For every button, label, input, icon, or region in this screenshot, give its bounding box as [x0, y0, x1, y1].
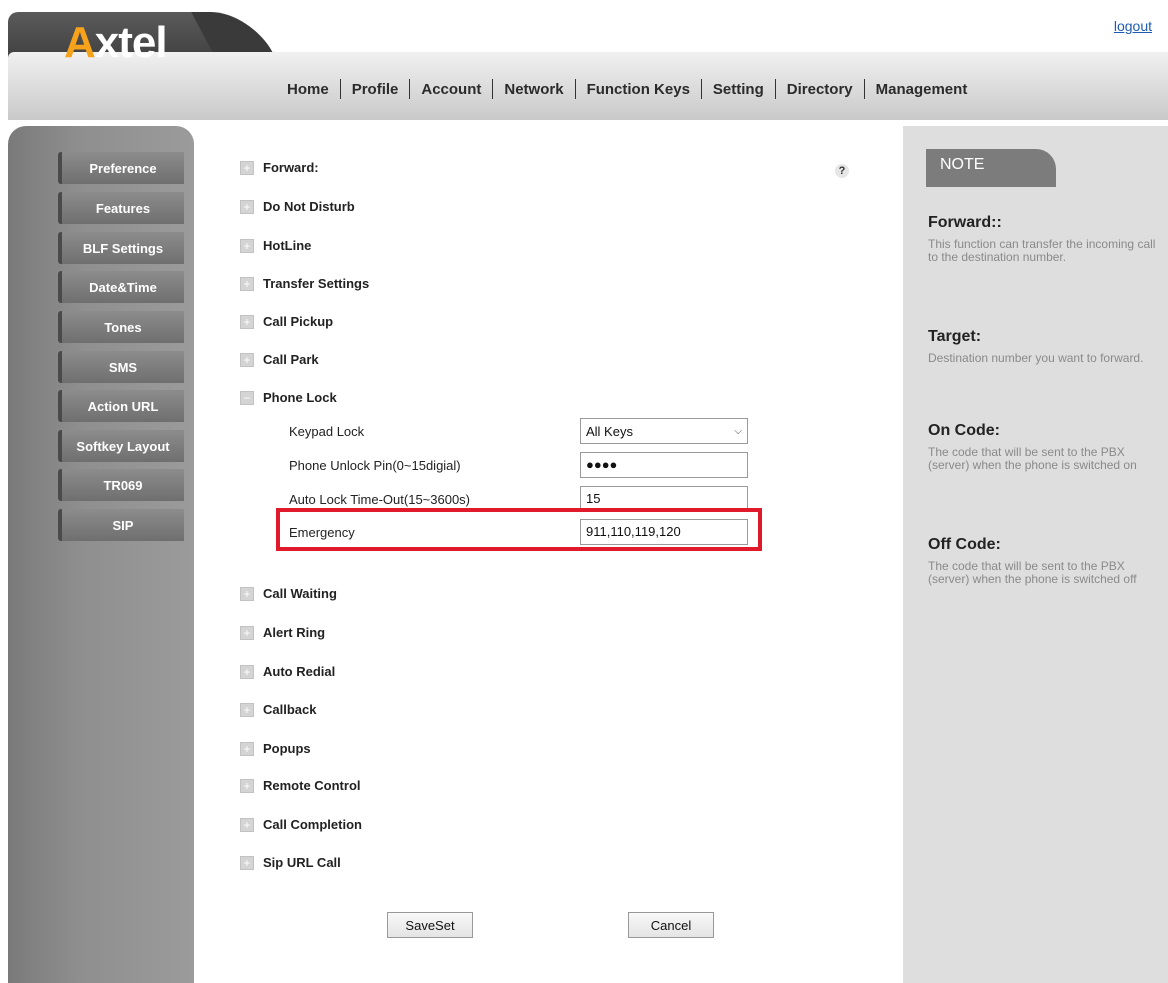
emergency-field[interactable]: 911,110,119,120 — [580, 519, 748, 545]
nav-account[interactable]: Account — [410, 81, 492, 98]
nav-setting[interactable]: Setting — [702, 81, 775, 98]
section-sip-url-call[interactable]: + Sip URL Call — [240, 855, 341, 870]
section-label: Auto Redial — [263, 664, 336, 679]
expand-icon: + — [240, 625, 254, 640]
sidebar-item-date-time[interactable]: Date&Time — [58, 271, 184, 303]
expand-icon: + — [240, 238, 254, 253]
sidebar-item-tr069[interactable]: TR069 — [58, 469, 184, 501]
section-label: Call Park — [263, 352, 319, 367]
section-call-park[interactable]: + Call Park — [240, 352, 319, 367]
section-label: Alert Ring — [263, 625, 326, 640]
section-popups[interactable]: + Popups — [240, 741, 311, 756]
chevron-down-icon: ⌵ — [734, 425, 742, 437]
unlock-pin-label: Phone Unlock Pin(0~15digial) — [289, 458, 461, 473]
section-label: Transfer Settings — [263, 276, 370, 291]
section-do-not-disturb[interactable]: + Do Not Disturb — [240, 199, 355, 214]
expand-icon: + — [240, 702, 254, 717]
section-call-completion[interactable]: + Call Completion — [240, 817, 362, 832]
nav-profile[interactable]: Profile — [341, 81, 410, 98]
expand-icon: + — [240, 199, 254, 214]
nav-function-keys[interactable]: Function Keys — [576, 81, 701, 98]
emergency-label: Emergency — [289, 525, 355, 540]
section-label: Call Pickup — [263, 314, 334, 329]
auto-lock-label: Auto Lock Time-Out(15~3600s) — [289, 492, 471, 507]
nav-directory[interactable]: Directory — [776, 81, 864, 98]
note-title-on-code: On Code: — [928, 422, 1000, 439]
keypad-lock-value: All Keys — [586, 423, 633, 439]
section-auto-redial[interactable]: + Auto Redial — [240, 664, 335, 679]
section-forward[interactable]: + Forward: — [240, 160, 319, 175]
nav-home[interactable]: Home — [276, 81, 340, 98]
section-label: Phone Lock — [263, 390, 337, 405]
section-label: Sip URL Call — [263, 855, 341, 870]
section-phone-lock[interactable]: − Phone Lock — [240, 390, 337, 405]
section-transfer-settings[interactable]: + Transfer Settings — [240, 276, 369, 291]
section-label: HotLine — [263, 238, 312, 253]
section-label: Callback — [263, 702, 317, 717]
section-alert-ring[interactable]: + Alert Ring — [240, 625, 325, 640]
sidebar: Preference Features BLF Settings Date&Ti… — [8, 126, 194, 983]
logo: Axtel — [64, 18, 168, 67]
expand-icon: + — [240, 160, 254, 175]
sidebar-item-action-url[interactable]: Action URL — [58, 390, 184, 422]
section-hotline[interactable]: + HotLine — [240, 238, 311, 253]
section-label: Forward: — [263, 160, 319, 175]
sidebar-item-tones[interactable]: Tones — [58, 311, 184, 343]
sidebar-item-softkey-layout[interactable]: Softkey Layout — [58, 430, 184, 462]
help-icon[interactable]: ? — [835, 164, 849, 178]
note-body-on-code: The code that will be sent to the PBX (s… — [928, 445, 1137, 472]
unlock-pin-field[interactable]: ●●●● — [580, 452, 748, 478]
note-body-off-code: The code that will be sent to the PBX (s… — [928, 559, 1137, 586]
section-call-waiting[interactable]: + Call Waiting — [240, 586, 337, 601]
sidebar-item-sms[interactable]: SMS — [58, 351, 184, 383]
keypad-lock-label: Keypad Lock — [289, 424, 365, 439]
expand-icon: + — [240, 778, 254, 793]
saveset-button[interactable]: SaveSet — [387, 912, 473, 938]
top-nav: Home Profile Account Network Function Ke… — [276, 78, 978, 100]
header: Axtel logout Home Profile Account Networ… — [0, 0, 1168, 122]
note-tab: NOTE — [926, 149, 1056, 187]
logout-link[interactable]: logout — [1114, 18, 1152, 34]
sidebar-item-blf-settings[interactable]: BLF Settings — [58, 232, 184, 264]
note-body-forward: This function can transfer the incoming … — [928, 237, 1156, 264]
section-label: Popups — [263, 741, 311, 756]
expand-icon: + — [240, 276, 254, 291]
note-title-target: Target: — [928, 328, 982, 345]
expand-icon: + — [240, 314, 254, 329]
sidebar-item-sip[interactable]: SIP — [58, 509, 184, 541]
section-call-pickup[interactable]: + Call Pickup — [240, 314, 333, 329]
expand-icon: + — [240, 817, 254, 832]
expand-icon: + — [240, 855, 254, 870]
note-title-off-code: Off Code: — [928, 536, 1001, 553]
sidebar-item-features[interactable]: Features — [58, 192, 184, 224]
keypad-lock-select[interactable]: All Keys ⌵ — [580, 418, 748, 444]
note-title-forward: Forward:: — [928, 214, 1002, 231]
section-label: Remote Control — [263, 778, 361, 793]
expand-icon: + — [240, 352, 254, 367]
section-label: Call Completion — [263, 817, 362, 832]
section-callback[interactable]: + Callback — [240, 702, 316, 717]
collapse-icon: − — [240, 390, 254, 405]
section-label: Call Waiting — [263, 586, 337, 601]
expand-icon: + — [240, 741, 254, 756]
nav-network[interactable]: Network — [493, 81, 574, 98]
note-body-target: Destination number you want to forward. — [928, 351, 1144, 365]
section-remote-control[interactable]: + Remote Control — [240, 778, 361, 793]
cancel-button[interactable]: Cancel — [628, 912, 714, 938]
expand-icon: + — [240, 664, 254, 679]
note-panel: NOTE Forward:: This function can transfe… — [903, 126, 1168, 983]
sidebar-item-preference[interactable]: Preference — [58, 152, 184, 184]
nav-management[interactable]: Management — [865, 81, 979, 98]
main-panel: ? + Forward: + Do Not Disturb + HotLine … — [200, 126, 900, 983]
section-label: Do Not Disturb — [263, 199, 355, 214]
expand-icon: + — [240, 586, 254, 601]
